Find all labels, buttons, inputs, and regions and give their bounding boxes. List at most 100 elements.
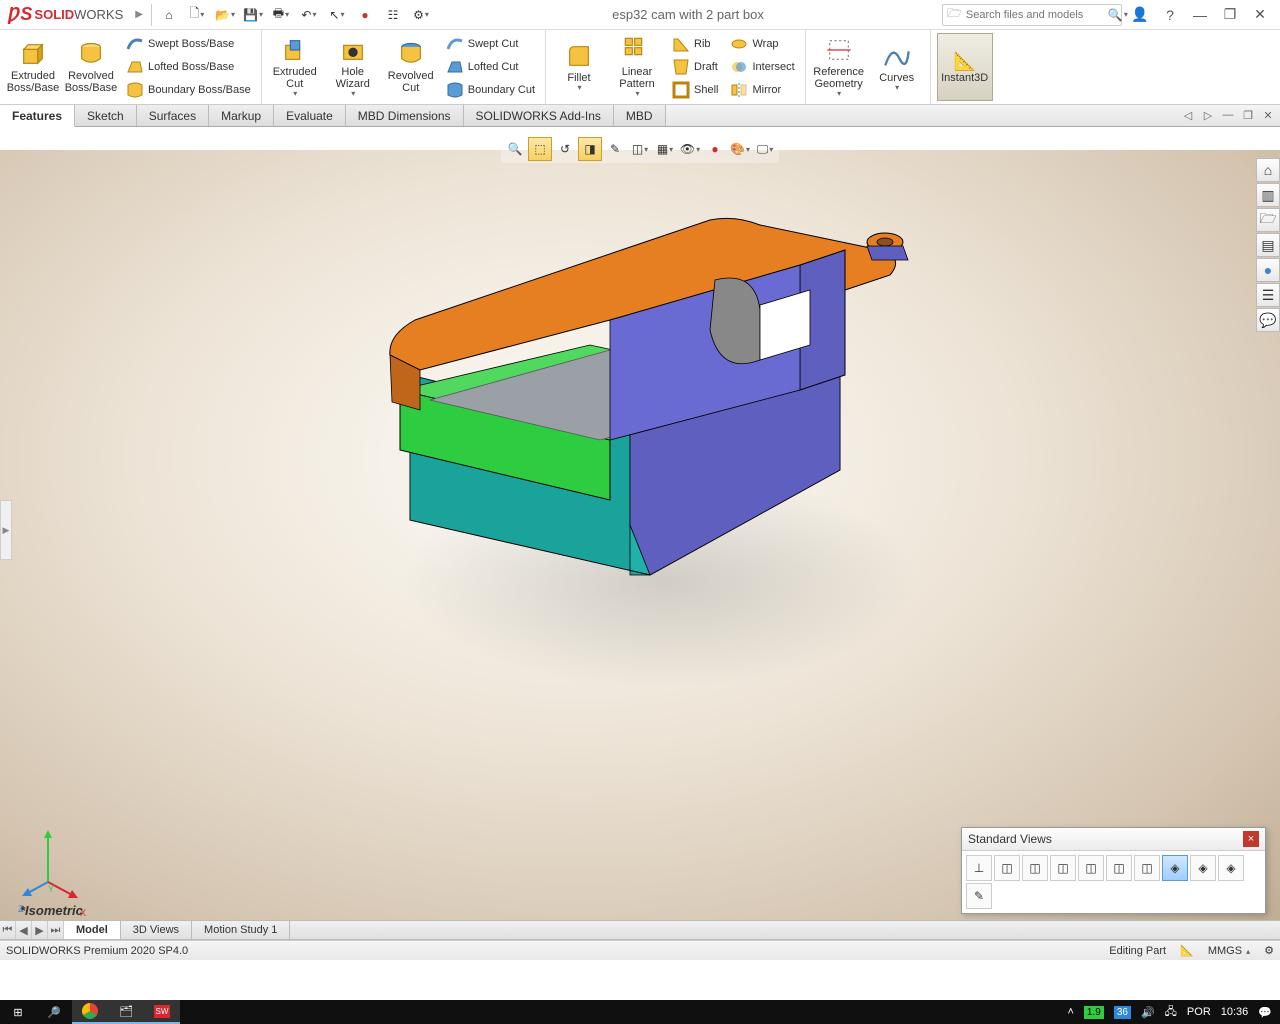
taskpane-forum-button[interactable]: 💬 bbox=[1256, 308, 1280, 332]
options-list-button[interactable]: ☷ bbox=[380, 2, 406, 28]
instant3d-button[interactable]: 📐 Instant3D bbox=[937, 33, 993, 101]
fillet-button[interactable]: Fillet▾ bbox=[550, 32, 608, 102]
home-button[interactable]: ⌂ bbox=[156, 2, 182, 28]
rib-button[interactable]: Rib bbox=[666, 33, 724, 55]
draft-button[interactable]: Draft bbox=[666, 56, 724, 78]
panel-restore-button[interactable]: ❐ bbox=[1240, 107, 1256, 123]
edit-appearance-button[interactable]: ● bbox=[703, 137, 727, 161]
help-button[interactable]: ? bbox=[1158, 3, 1182, 27]
tab-mbd-dimensions[interactable]: MBD Dimensions bbox=[346, 105, 464, 126]
tray-clock[interactable]: 10:36 bbox=[1221, 1006, 1249, 1018]
panel-minimize-button[interactable]: ― bbox=[1220, 107, 1236, 123]
view-link-button[interactable]: ✎ bbox=[966, 883, 992, 909]
view-bottom-button[interactable]: ◫ bbox=[1134, 855, 1160, 881]
lofted-boss-button[interactable]: Lofted Boss/Base bbox=[120, 56, 257, 78]
hide-show-button[interactable]: 👁▾ bbox=[678, 137, 702, 161]
extruded-cut-button[interactable]: Extruded Cut▾ bbox=[266, 32, 324, 102]
intersect-button[interactable]: Intersect bbox=[724, 56, 800, 78]
view-normal-to-button[interactable]: ⊥ bbox=[966, 855, 992, 881]
taskbar-chrome-button[interactable] bbox=[72, 1000, 108, 1024]
taskbar-solidworks-button[interactable]: SW bbox=[144, 1000, 180, 1024]
tray-expand-button[interactable]: ˄ bbox=[1067, 1006, 1073, 1018]
zoom-to-fit-button[interactable]: 🔍 bbox=[503, 137, 527, 161]
settings-button[interactable]: ⚙▾ bbox=[408, 2, 434, 28]
tab-markup[interactable]: Markup bbox=[209, 105, 274, 126]
tray-volume-button[interactable]: 🔊 bbox=[1141, 1006, 1155, 1019]
taskbar-search-button[interactable]: 🔎 bbox=[36, 1000, 72, 1024]
new-button[interactable]: 🗋▾ bbox=[184, 2, 210, 28]
boundary-boss-button[interactable]: Boundary Boss/Base bbox=[120, 79, 257, 101]
undo-button[interactable]: ↶▾ bbox=[296, 2, 322, 28]
taskpane-home-button[interactable]: ⌂ bbox=[1256, 158, 1280, 182]
swept-cut-button[interactable]: Swept Cut bbox=[440, 33, 541, 55]
boundary-cut-button[interactable]: Boundary Cut bbox=[440, 79, 541, 101]
search-icon[interactable]: 🔍 bbox=[1108, 8, 1123, 22]
select-button[interactable]: ↖▾ bbox=[324, 2, 350, 28]
shell-button[interactable]: Shell bbox=[666, 79, 724, 101]
section-view-button[interactable]: ◨ bbox=[578, 137, 602, 161]
tab-addins[interactable]: SOLIDWORKS Add-Ins bbox=[464, 105, 614, 126]
view-trimetric-button[interactable]: ◈ bbox=[1190, 855, 1216, 881]
restore-button[interactable]: ❐ bbox=[1218, 3, 1242, 27]
tab-mbd[interactable]: MBD bbox=[614, 105, 666, 126]
print-button[interactable]: 🖶▾ bbox=[268, 2, 294, 28]
panel-prev-button[interactable]: ◁ bbox=[1180, 107, 1196, 123]
revolved-boss-button[interactable]: Revolved Boss/Base bbox=[62, 32, 120, 102]
taskpane-resources-button[interactable]: ▥ bbox=[1256, 183, 1280, 207]
view-top-button[interactable]: ◫ bbox=[1106, 855, 1132, 881]
mirror-button[interactable]: Mirror bbox=[724, 79, 800, 101]
doc-tab-model[interactable]: Model bbox=[64, 921, 121, 939]
linear-pattern-button[interactable]: Linear Pattern▾ bbox=[608, 32, 666, 102]
rebuild-button[interactable]: ● bbox=[352, 2, 378, 28]
display-style-button[interactable]: ▦▾ bbox=[653, 137, 677, 161]
view-left-button[interactable]: ◫ bbox=[1050, 855, 1076, 881]
tray-language[interactable]: POR bbox=[1187, 1006, 1211, 1018]
view-right-button[interactable]: ◫ bbox=[1078, 855, 1104, 881]
view-back-button[interactable]: ◫ bbox=[1022, 855, 1048, 881]
panel-close-button[interactable]: ✕ bbox=[1260, 107, 1276, 123]
doc-tab-motion[interactable]: Motion Study 1 bbox=[192, 921, 290, 939]
windows-start-button[interactable]: ⊞ bbox=[0, 1000, 36, 1024]
menu-dropdown-icon[interactable]: ▶ bbox=[135, 9, 143, 20]
standard-views-close-button[interactable]: × bbox=[1243, 831, 1259, 847]
tab-evaluate[interactable]: Evaluate bbox=[274, 105, 346, 126]
view-settings-button[interactable]: 🖵▾ bbox=[753, 137, 777, 161]
status-custom-icon[interactable]: ⚙ bbox=[1264, 944, 1274, 957]
taskpane-file-explorer-button[interactable]: 🗁 bbox=[1256, 208, 1280, 232]
revolved-cut-button[interactable]: Revolved Cut bbox=[382, 32, 440, 102]
feature-tree-flyout[interactable]: ▶ bbox=[0, 500, 12, 560]
tab-nav-prev-button[interactable]: ◀ bbox=[16, 921, 32, 939]
dynamic-annotation-button[interactable]: ✎ bbox=[603, 137, 627, 161]
save-button[interactable]: 💾▾ bbox=[240, 2, 266, 28]
open-button[interactable]: 📂▾ bbox=[212, 2, 238, 28]
taskpane-view-palette-button[interactable]: ▤ bbox=[1256, 233, 1280, 257]
view-orientation-button[interactable]: ◫▾ bbox=[628, 137, 652, 161]
doc-tab-3dviews[interactable]: 3D Views bbox=[121, 921, 192, 939]
status-measure-icon[interactable]: 📐 bbox=[1180, 944, 1194, 957]
curves-button[interactable]: Curves▾ bbox=[868, 32, 926, 102]
tab-surfaces[interactable]: Surfaces bbox=[137, 105, 209, 126]
view-isometric-button[interactable]: ◈ bbox=[1162, 855, 1188, 881]
reference-geometry-button[interactable]: Reference Geometry▾ bbox=[810, 32, 868, 102]
tab-nav-next-button[interactable]: ▶ bbox=[32, 921, 48, 939]
tab-features[interactable]: Features bbox=[0, 105, 75, 127]
apply-scene-button[interactable]: 🎨▾ bbox=[728, 137, 752, 161]
tray-temp[interactable]: 36 bbox=[1114, 1006, 1131, 1019]
search-box[interactable]: 🗁 🔍 ▾ bbox=[942, 4, 1122, 26]
view-front-button[interactable]: ◫ bbox=[994, 855, 1020, 881]
tray-notifications-button[interactable]: 💬 bbox=[1258, 1006, 1272, 1019]
taskpane-custom-props-button[interactable]: ☰ bbox=[1256, 283, 1280, 307]
swept-boss-button[interactable]: Swept Boss/Base bbox=[120, 33, 257, 55]
status-units[interactable]: MMGS ▴ bbox=[1208, 945, 1250, 957]
tab-sketch[interactable]: Sketch bbox=[75, 105, 137, 126]
tray-network-button[interactable]: 🖧 bbox=[1165, 1003, 1177, 1022]
user-button[interactable]: 👤 bbox=[1128, 3, 1152, 27]
view-dimetric-button[interactable]: ◈ bbox=[1218, 855, 1244, 881]
wrap-button[interactable]: Wrap bbox=[724, 33, 800, 55]
taskbar-explorer-button[interactable]: 🗂 bbox=[108, 1000, 144, 1024]
previous-view-button[interactable]: ↺ bbox=[553, 137, 577, 161]
search-input[interactable] bbox=[966, 9, 1108, 21]
extruded-boss-button[interactable]: Extruded Boss/Base bbox=[4, 32, 62, 102]
close-button[interactable]: ✕ bbox=[1248, 3, 1272, 27]
panel-next-button[interactable]: ▷ bbox=[1200, 107, 1216, 123]
